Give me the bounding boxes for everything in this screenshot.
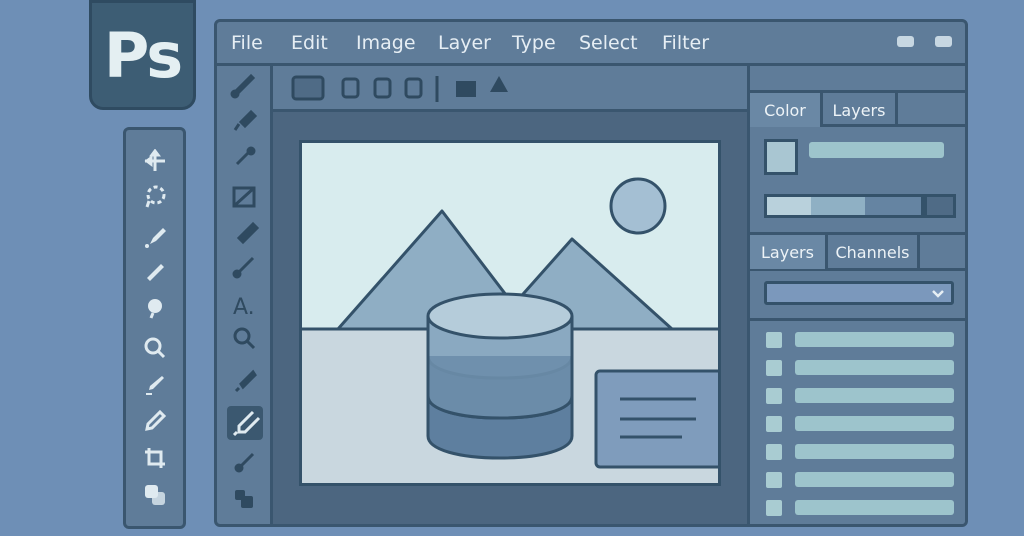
document-canvas[interactable] bbox=[299, 140, 721, 486]
svg-text:A.: A. bbox=[233, 295, 255, 320]
triangle-option-icon bbox=[490, 76, 508, 92]
tab-channels[interactable]: Channels bbox=[828, 235, 920, 269]
type-icon: A. bbox=[233, 295, 255, 320]
shape-tool-icon[interactable] bbox=[140, 480, 170, 510]
options-bar bbox=[273, 66, 747, 112]
layers-list bbox=[750, 321, 965, 524]
option-square-3 bbox=[404, 77, 423, 99]
menu-layer[interactable]: Layer bbox=[438, 32, 491, 54]
pen-icon bbox=[234, 369, 257, 393]
paintbrush-icon bbox=[232, 256, 255, 279]
brush-icon bbox=[230, 73, 256, 99]
menu-bar: File Edit Image Layer Type Select Filter bbox=[217, 22, 965, 66]
maximize-button[interactable] bbox=[935, 36, 952, 47]
color-swatch[interactable] bbox=[764, 139, 798, 175]
option-square-1 bbox=[341, 77, 360, 99]
panels-column: Color Layers Layers Channels bbox=[747, 66, 965, 524]
brush-tool-icon[interactable] bbox=[140, 222, 170, 252]
blend-mode-dropdown[interactable] bbox=[764, 281, 954, 305]
move-tool-icon[interactable] bbox=[140, 146, 170, 176]
crop-tool-icon[interactable] bbox=[140, 443, 170, 473]
marker-icon bbox=[233, 109, 258, 131]
eyedropper-tool-icon[interactable] bbox=[140, 258, 170, 288]
crop-icon bbox=[232, 186, 256, 208]
color-panel-tabs: Color Layers bbox=[750, 93, 965, 127]
panel-header-strip bbox=[750, 66, 965, 93]
app-logo: Ps bbox=[89, 0, 196, 110]
tools-panel: A. bbox=[217, 66, 273, 524]
tab-layers-top-label: Layers bbox=[832, 100, 886, 120]
menu-type[interactable]: Type bbox=[512, 32, 556, 54]
minimize-button[interactable] bbox=[897, 36, 914, 47]
tab-channels-label: Channels bbox=[835, 242, 910, 262]
app-window: File Edit Image Layer Type Select Filter bbox=[214, 19, 968, 527]
menu-edit[interactable]: Edit bbox=[291, 32, 328, 54]
menu-image[interactable]: Image bbox=[356, 32, 416, 54]
menu-file[interactable]: File bbox=[231, 32, 263, 54]
layers-panel-tabs: Layers Channels bbox=[750, 235, 965, 271]
option-square-2 bbox=[373, 77, 392, 99]
sun-icon bbox=[609, 177, 667, 235]
tab-layers[interactable]: Layers bbox=[750, 235, 828, 269]
lasso-tool-icon[interactable] bbox=[140, 182, 170, 212]
tab-color-label: Color bbox=[764, 100, 806, 120]
clone-icon bbox=[235, 490, 253, 508]
tab-layers-top[interactable]: Layers bbox=[823, 93, 898, 127]
rect-select-option bbox=[291, 75, 325, 101]
color-slider[interactable] bbox=[764, 194, 956, 218]
document-card-icon bbox=[594, 369, 718, 469]
menu-filter[interactable]: Filter bbox=[662, 32, 709, 54]
pencil-tool-icon[interactable] bbox=[140, 406, 170, 436]
tab-layers-label: Layers bbox=[761, 242, 814, 262]
pen-tool-icon[interactable] bbox=[140, 370, 170, 400]
tab-color[interactable]: Color bbox=[750, 93, 823, 127]
eraser-icon bbox=[236, 221, 260, 245]
floating-toolbar bbox=[123, 127, 186, 529]
active-tool-highlight bbox=[227, 406, 263, 440]
zoom-tool-icon[interactable] bbox=[140, 333, 170, 363]
zoom-icon bbox=[233, 327, 256, 350]
database-icon bbox=[426, 292, 574, 460]
menu-select[interactable]: Select bbox=[579, 32, 638, 54]
eyedropper-icon bbox=[235, 146, 256, 166]
dropper-icon bbox=[234, 452, 255, 473]
logo-text: Ps bbox=[103, 18, 183, 92]
chevron-down-icon bbox=[932, 290, 944, 298]
color-value-bar bbox=[809, 142, 944, 158]
blob-brush-icon[interactable] bbox=[140, 293, 170, 323]
image-option-icon bbox=[456, 81, 476, 97]
